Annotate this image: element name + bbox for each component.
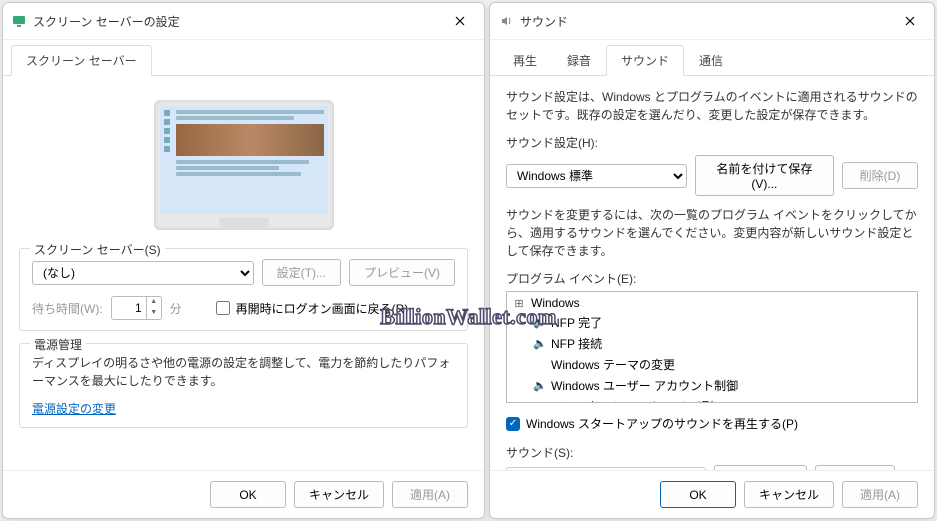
tab-communications[interactable]: 通信 xyxy=(684,45,738,76)
list-item-label: NFP 接続 xyxy=(551,335,602,352)
tab-strip: 再生 録音 サウンド 通信 xyxy=(490,44,934,76)
wait-label: 待ち時間(W): xyxy=(32,300,103,317)
scheme-label: サウンド設定(H): xyxy=(506,134,918,151)
content-area: スクリーン セーバー(S) (なし) 設定(T)... プレビュー(V) 待ち時… xyxy=(3,76,484,470)
apply-button[interactable]: 適用(A) xyxy=(392,481,468,508)
startup-sound-checkbox[interactable]: ✓ xyxy=(506,417,520,431)
power-group: 電源管理 ディスプレイの明るさや他の電源の設定を調整して、電力を節約したりパフォ… xyxy=(19,343,468,428)
tab-playback[interactable]: 再生 xyxy=(498,45,552,76)
sound-file-select[interactable]: (なし) xyxy=(506,467,706,471)
events-description: サウンドを変更するには、次の一覧のプログラム イベントをクリックしてから、適用す… xyxy=(506,206,918,260)
resume-logon-checkbox[interactable] xyxy=(216,301,230,315)
events-label: プログラム イベント(E): xyxy=(506,270,918,287)
ok-button[interactable]: OK xyxy=(210,481,286,508)
list-item[interactable]: 🔈 NFP 完了 xyxy=(507,312,917,333)
sound-icon xyxy=(498,13,514,29)
apply-button[interactable]: 適用(A) xyxy=(842,481,918,508)
tab-recording[interactable]: 録音 xyxy=(552,45,606,76)
titlebar: スクリーン セーバーの設定 xyxy=(3,3,484,40)
windows-icon: ⊞ xyxy=(513,297,525,310)
sound-description: サウンド設定は、Windows とプログラムのイベントに適用されるサウンドのセッ… xyxy=(506,88,918,124)
minutes-label: 分 xyxy=(170,300,182,317)
list-item-label: Windows ユーザー アカウント制御 xyxy=(551,377,738,394)
tab-strip: スクリーン セーバー xyxy=(3,44,484,76)
screensaver-select[interactable]: (なし) xyxy=(32,261,254,285)
speaker-icon: 🔈 xyxy=(533,400,545,403)
preview-button[interactable]: プレビュー(V) xyxy=(349,259,455,286)
power-group-label: 電源管理 xyxy=(30,336,86,353)
list-item[interactable]: 🔈 インスタント メッセージの通知 xyxy=(507,396,917,403)
list-item-root[interactable]: ⊞ Windows xyxy=(507,294,917,312)
list-item-label: インスタント メッセージの通知 xyxy=(551,398,722,403)
power-settings-link[interactable]: 電源設定の変更 xyxy=(32,402,116,416)
spinner-down-icon[interactable]: ▼ xyxy=(147,308,161,319)
list-item[interactable]: 🔈 NFP 接続 xyxy=(507,333,917,354)
speaker-icon: 🔈 xyxy=(533,316,545,329)
list-item[interactable]: 🔈 Windows ユーザー アカウント制御 xyxy=(507,375,917,396)
cancel-button[interactable]: キャンセル xyxy=(744,481,834,508)
cancel-button[interactable]: キャンセル xyxy=(294,481,384,508)
power-description: ディスプレイの明るさや他の電源の設定を調整して、電力を節約したりパフォーマンスを… xyxy=(32,354,455,390)
settings-button[interactable]: 設定(T)... xyxy=(262,259,341,286)
saveas-button[interactable]: 名前を付けて保存(V)... xyxy=(695,155,834,196)
ok-button[interactable]: OK xyxy=(660,481,736,508)
spinner-up-icon[interactable]: ▲ xyxy=(147,297,161,308)
list-item-label: Windows テーマの変更 xyxy=(551,356,675,373)
sound-select-label: サウンド(S): xyxy=(506,444,918,461)
monitor-preview xyxy=(19,100,468,230)
list-item[interactable]: Windows テーマの変更 xyxy=(507,354,917,375)
tab-sounds[interactable]: サウンド xyxy=(606,45,684,76)
screensaver-icon xyxy=(11,13,27,29)
startup-sound-label: Windows スタートアップのサウンドを再生する(P) xyxy=(526,415,798,432)
close-button[interactable] xyxy=(444,9,476,33)
group-label: スクリーン セーバー(S) xyxy=(30,241,165,258)
list-item-label: Windows xyxy=(531,296,580,310)
window-title: サウンド xyxy=(520,13,894,30)
close-button[interactable] xyxy=(894,9,926,33)
wait-spinner[interactable]: ▲▼ xyxy=(111,296,162,320)
wait-input[interactable] xyxy=(112,297,146,319)
tab-screensaver[interactable]: スクリーン セーバー xyxy=(11,45,152,76)
sound-scheme-select[interactable]: Windows 標準 xyxy=(506,164,687,188)
screensaver-group: スクリーン セーバー(S) (なし) 設定(T)... プレビュー(V) 待ち時… xyxy=(19,248,468,331)
sound-settings-window: サウンド 再生 録音 サウンド 通信 サウンド設定は、Windows とプログラ… xyxy=(489,2,935,519)
screensaver-settings-window: スクリーン セーバーの設定 スクリーン セーバー xyxy=(2,2,485,519)
window-title: スクリーン セーバーの設定 xyxy=(33,13,444,30)
program-events-listbox[interactable]: ⊞ Windows 🔈 NFP 完了 🔈 NFP 接続 Windows テーマの変更… xyxy=(506,291,918,403)
speaker-icon: 🔈 xyxy=(533,337,545,350)
content-area: サウンド設定は、Windows とプログラムのイベントに適用されるサウンドのセッ… xyxy=(490,76,934,470)
titlebar: サウンド xyxy=(490,3,934,40)
dialog-footer: OK キャンセル 適用(A) xyxy=(490,470,934,518)
list-item-label: NFP 完了 xyxy=(551,314,602,331)
speaker-icon: 🔈 xyxy=(533,379,545,392)
delete-button[interactable]: 削除(D) xyxy=(842,162,918,189)
resume-logon-label: 再開時にログオン画面に戻る(R) xyxy=(236,300,409,317)
dialog-footer: OK キャンセル 適用(A) xyxy=(3,470,484,518)
